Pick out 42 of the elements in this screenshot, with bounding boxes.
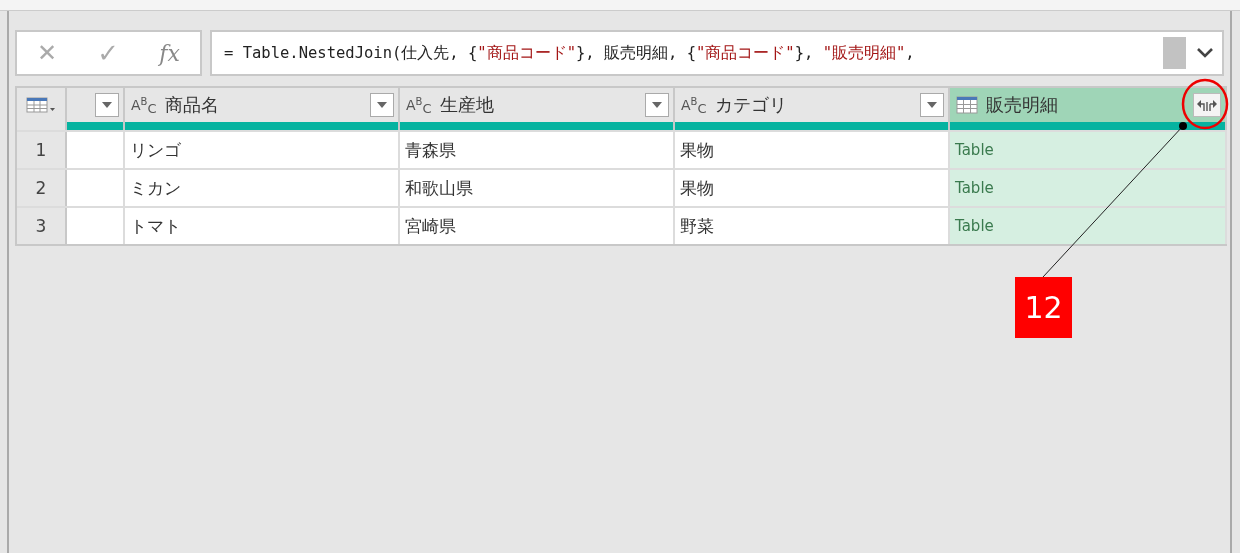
expand-arrows-icon	[1196, 98, 1218, 112]
column-title: 商品名	[164, 93, 219, 117]
table-cell: トマト	[125, 208, 400, 244]
caret-icon	[377, 102, 387, 108]
row-number: 2	[17, 170, 67, 206]
formula-text: = Table.NestedJoin(仕入先, {"商品コード"}, 販売明細, {"商品コード"}, "販売明細",	[224, 42, 916, 64]
row-number: 3	[17, 208, 67, 244]
column-title: 販売明細	[986, 93, 1058, 117]
table-cell: 青森県	[400, 132, 675, 168]
filter-dropdown-button[interactable]	[920, 93, 944, 117]
caret-icon	[102, 102, 112, 108]
table-cell[interactable]: Table	[950, 132, 1227, 168]
column-header[interactable]: A$^{B}$$_{C}$ 商品名	[125, 88, 400, 122]
filter-dropdown-button[interactable]	[645, 93, 669, 117]
highlight-circle	[1181, 78, 1229, 130]
table-menu-button[interactable]	[17, 88, 67, 122]
table-icon	[956, 96, 978, 114]
callout-badge: 12	[1015, 277, 1072, 338]
table-cell: 和歌山県	[400, 170, 675, 206]
row-number: 1	[17, 132, 67, 168]
column-header[interactable]: 販売明細	[950, 88, 1227, 122]
filter-dropdown-button[interactable]	[370, 93, 394, 117]
table-cell[interactable]: Table	[950, 170, 1227, 206]
expand-column-button[interactable]	[1193, 93, 1221, 117]
fx-button[interactable]: fx	[159, 40, 180, 66]
caret-icon	[927, 102, 937, 108]
table-icon	[26, 97, 56, 113]
chevron-down-icon[interactable]	[1196, 47, 1214, 59]
filter-dropdown-button[interactable]	[95, 93, 119, 117]
confirm-button[interactable]: ✓	[97, 38, 120, 68]
scroll-thumb[interactable]	[1163, 37, 1186, 69]
table-cell: ミカン	[125, 170, 400, 206]
caret-icon	[652, 102, 662, 108]
table-cell[interactable]: Table	[950, 208, 1227, 244]
table-cell: 宮崎県	[400, 208, 675, 244]
column-title: カテゴリ	[714, 93, 787, 117]
formula-field[interactable]: = Table.NestedJoin(仕入先, {"商品コード"}, 販売明細, {"商品コード"}, "販売明細",	[210, 30, 1224, 76]
column-header[interactable]: A$^{B}$$_{C}$ カテゴリ	[675, 88, 950, 122]
cancel-button[interactable]: ✕	[37, 39, 58, 67]
column-header[interactable]: A$^{B}$$_{C}$ 生産地	[400, 88, 675, 122]
table-cell: リンゴ	[125, 132, 400, 168]
column-title: 生産地	[439, 93, 494, 117]
